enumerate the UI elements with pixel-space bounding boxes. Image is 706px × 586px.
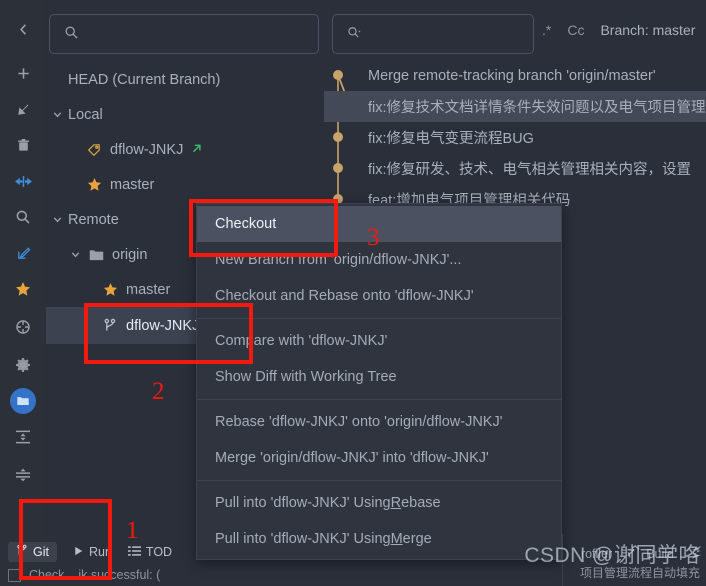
bottom-tab-profiler[interactable]: rofiler: [576, 547, 612, 561]
play-icon: [73, 545, 84, 560]
tool-window-bar-right: rofiler Build: [576, 544, 702, 562]
menu-separator: [197, 318, 561, 319]
search-icon[interactable]: [8, 202, 38, 232]
branch-filter-label[interactable]: Branch: master: [600, 22, 695, 38]
chevron-down-icon: [50, 213, 64, 227]
menu-item-show-diff-working-tree[interactable]: Show Diff with Working Tree: [197, 359, 561, 395]
commit-message: Merge remote-tracking branch 'origin/mas…: [368, 67, 656, 84]
arrow-down-left-icon[interactable]: [8, 94, 38, 124]
menu-item-checkout-and-rebase[interactable]: Checkout and Rebase onto 'dflow-JNKJ': [197, 278, 561, 314]
tree-item-local[interactable]: Local: [46, 97, 324, 132]
menu-separator: [197, 399, 561, 400]
menu-item-compare-with[interactable]: Compare with 'dflow-JNKJ': [197, 323, 561, 359]
search-icon: [64, 25, 79, 43]
star-icon: [100, 282, 120, 297]
commit-row[interactable]: Merge remote-tracking branch 'origin/mas…: [324, 60, 706, 91]
tree-item-label: master: [110, 176, 155, 193]
hammer-icon: [626, 544, 641, 562]
chevron-down-icon: [68, 248, 82, 262]
chevron-down-icon: [50, 108, 64, 122]
bottom-tab-label: TOD: [145, 545, 173, 559]
folder-icon: [86, 248, 106, 262]
bottom-tab-git[interactable]: Git: [8, 542, 57, 562]
trash-icon[interactable]: [8, 130, 38, 160]
vertical-toolbar: [0, 0, 46, 586]
arrow-up-right-icon: [190, 142, 202, 157]
tag-icon: [84, 142, 104, 157]
menu-item-pull-using-rebase[interactable]: Pull into 'dflow-JNKJ' Using Rebase: [197, 485, 561, 521]
commit-message: fix:修复电气变更流程BUG: [368, 131, 534, 147]
crosshair-icon[interactable]: [8, 312, 38, 342]
menu-item-new-branch-from[interactable]: New Branch from 'origin/dflow-JNKJ'...: [197, 242, 561, 278]
bottom-tab-label: Run: [88, 545, 112, 559]
ide-window: HEAD (Current Branch) Local dflow-JNKJ m…: [0, 0, 706, 586]
tree-item-label: Local: [68, 106, 103, 123]
star-icon: [84, 177, 104, 192]
tree-item-local-dflow-jnkj[interactable]: dflow-JNKJ: [46, 132, 324, 167]
project-folder-icon[interactable]: [10, 388, 36, 414]
commit-message: fix:修复技术文档详情条件失效问题以及电气项目管理: [368, 100, 706, 116]
bottom-tab-label: Build: [646, 546, 674, 561]
tree-item-label: dflow-JNKJ: [110, 141, 184, 158]
tree-item-local-master[interactable]: master: [46, 167, 324, 202]
tree-item-label: Remote: [68, 211, 119, 228]
commit-message: fix:修复研发、技术、电气相关管理相关内容，设置: [368, 162, 692, 178]
log-search-input[interactable]: [332, 14, 555, 54]
tree-item-head[interactable]: HEAD (Current Branch): [46, 62, 324, 97]
log-toolbar: .* Cc Branch: master: [542, 22, 695, 38]
bottom-tab-run[interactable]: Run: [73, 545, 112, 560]
collapse-arrows-icon[interactable]: [8, 166, 38, 196]
left-edge-strip: [0, 290, 3, 520]
commit-row[interactable]: fix:修复技术文档详情条件失效问题以及电气项目管理: [324, 91, 706, 122]
add-icon[interactable]: [8, 58, 38, 88]
branch-icon: [100, 318, 120, 333]
bottom-tab-todo[interactable]: TOD: [127, 545, 173, 560]
search-icon: [347, 25, 362, 43]
menu-item-checkout[interactable]: Checkout: [197, 206, 561, 242]
collapse-rows-icon[interactable]: [8, 460, 38, 490]
commit-row[interactable]: fix:修复研发、技术、电气相关管理相关内容，设置: [324, 153, 706, 184]
match-case-toggle[interactable]: Cc: [567, 22, 584, 38]
status-checkbox-icon[interactable]: [8, 568, 21, 582]
pencil-arrow-icon[interactable]: [8, 238, 38, 268]
collapse-left-icon[interactable]: [8, 14, 38, 44]
bottom-tab-label: rofiler: [580, 546, 613, 561]
menu-separator: [197, 480, 561, 481]
gear-icon[interactable]: [8, 350, 38, 380]
notifications-icon[interactable]: [688, 545, 702, 562]
regex-toggle[interactable]: .*: [542, 22, 551, 38]
bottom-tab-build[interactable]: Build: [626, 544, 674, 562]
branch-icon: [16, 544, 28, 560]
list-icon: [127, 545, 141, 560]
branch-context-menu: Checkout New Branch from 'origin/dflow-J…: [196, 203, 562, 560]
menu-item-rebase-onto[interactable]: Rebase 'dflow-JNKJ' onto 'origin/dflow-J…: [197, 404, 561, 440]
status-text: Check... ik successful: (: [29, 568, 161, 582]
tree-item-label: origin: [112, 246, 148, 263]
expand-rows-icon[interactable]: [8, 422, 38, 452]
bottom-tab-label: Git: [33, 545, 49, 559]
tree-item-label: HEAD (Current Branch): [68, 71, 221, 88]
commit-list: Merge remote-tracking branch 'origin/mas…: [324, 60, 706, 215]
status-bar: Check... ik successful: (: [0, 564, 706, 586]
branch-search-field[interactable]: [79, 26, 318, 42]
tree-item-label: master: [126, 281, 171, 298]
commit-row[interactable]: fix:修复电气变更流程BUG: [324, 122, 706, 153]
menu-item-merge-into[interactable]: Merge 'origin/dflow-JNKJ' into 'dflow-JN…: [197, 440, 561, 476]
log-search-field[interactable]: [362, 26, 555, 42]
star-icon[interactable]: [8, 274, 38, 304]
branch-search-input[interactable]: [49, 14, 319, 54]
tree-item-label: dflow-JNKJ: [126, 317, 200, 334]
